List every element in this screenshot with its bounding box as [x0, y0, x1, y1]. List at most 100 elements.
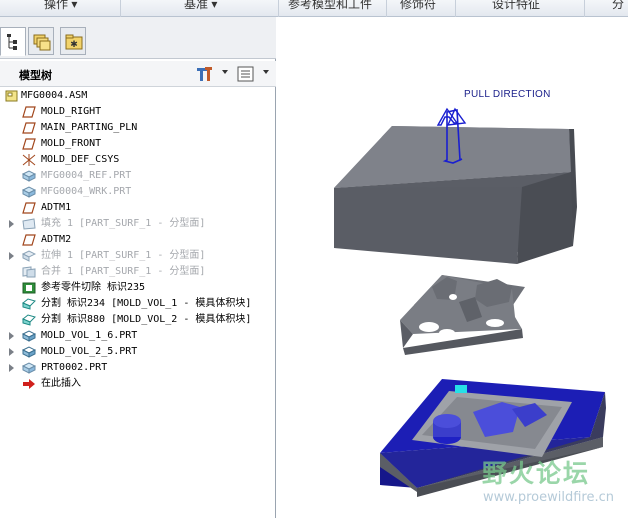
extrude-surface-icon: [21, 250, 37, 262]
assembly-icon: [5, 90, 19, 102]
tree-item[interactable]: 拉伸 1 [PART_SURF_1 - 分型面]: [0, 248, 276, 264]
expand-arrow-icon[interactable]: [9, 252, 14, 260]
ribbon-separator: [120, 0, 121, 17]
ribbon-group-design-features[interactable]: 设计特征: [492, 0, 540, 16]
tree-item-label: 合并 1 [PART_SURF_1 - 分型面]: [41, 266, 206, 277]
tree-item[interactable]: MOLD_FRONT: [0, 136, 276, 152]
tree-item-label: 参考零件切除 标识235: [41, 282, 146, 293]
split-volume-icon: [22, 314, 36, 326]
datum-plane-icon: [22, 202, 36, 214]
ribbon-group-partial[interactable]: 分: [612, 0, 624, 16]
tree-item-label: MFG0004.ASM: [21, 90, 88, 101]
ribbon-group-label: 基准: [184, 0, 209, 11]
tree-item[interactable]: ADTM1: [0, 200, 276, 216]
ribbon-group-label: 分: [612, 0, 625, 11]
svg-text:✱: ✱: [70, 40, 78, 50]
part-icon: [21, 362, 37, 374]
tree-item-label: MOLD_RIGHT: [41, 106, 102, 117]
upper-mold-block[interactable]: [334, 126, 577, 264]
tree-item[interactable]: 合并 1 [PART_SURF_1 - 分型面]: [0, 264, 276, 280]
watermark-logo: 野火论坛: [482, 459, 591, 488]
tree-item[interactable]: MAIN_PARTING_PLN: [0, 120, 276, 136]
pull-direction-label: PULL DIRECTION: [464, 89, 551, 100]
molded-part[interactable]: [400, 275, 525, 355]
tree-item[interactable]: MFG0004_WRK.PRT: [0, 184, 276, 200]
tree-item[interactable]: PRT0002.PRT: [0, 360, 276, 376]
tree-item[interactable]: MOLD_DEF_CSYS: [0, 152, 276, 168]
tree-item-label: 填充 1 [PART_SURF_1 - 分型面]: [41, 218, 206, 229]
tree-item[interactable]: ADTM2: [0, 232, 276, 248]
part-icon: [21, 186, 37, 198]
tree-item-label: 拉伸 1 [PART_SURF_1 - 分型面]: [41, 250, 206, 261]
chevron-down-icon[interactable]: [263, 70, 269, 74]
split-volume-icon: [22, 298, 36, 310]
tree-item[interactable]: MFG0004_REF.PRT: [0, 168, 276, 184]
ribbon-group-reference-model[interactable]: 参考模型和工件: [288, 0, 372, 16]
tree-item-label: PRT0002.PRT: [41, 362, 108, 373]
tree-item-label: MAIN_PARTING_PLN: [41, 122, 138, 133]
tab-folder-browser[interactable]: [28, 27, 54, 55]
show-columns-icon[interactable]: [237, 64, 255, 84]
ribbon-group-datum[interactable]: 基准 ▾: [184, 0, 217, 16]
ref-part-cutout-icon: [22, 282, 36, 294]
tree-item[interactable]: 在此插入: [0, 376, 276, 392]
ribbon-separator: [455, 0, 456, 17]
ribbon-group-modifiers[interactable]: 修饰符: [400, 0, 436, 16]
tree-item-label: 分割 标识234 [MOLD_VOL_1 - 模具体积块]: [41, 298, 252, 309]
tree-item-label: ADTM1: [41, 202, 72, 213]
ribbon-separator: [584, 0, 585, 17]
tree-item[interactable]: 分割 标识880 [MOLD_VOL_2 - 模具体积块]: [0, 312, 276, 328]
tree-item-label: MOLD_VOL_1_6.PRT: [41, 330, 138, 341]
tree-item[interactable]: MOLD_VOL_2_5.PRT: [0, 344, 276, 360]
tree-settings-tools-icon[interactable]: [196, 64, 214, 84]
model-tree-title: 模型树: [19, 70, 52, 82]
ribbon-group-label: 修饰符: [400, 0, 437, 11]
ribbon-toolbar: 操作 ▾ 基准 ▾ 参考模型和工件 修饰符 设计特征 分: [0, 0, 628, 17]
mold-model-view[interactable]: [277, 17, 628, 518]
tree-item-label: MFG0004_REF.PRT: [41, 170, 132, 181]
expand-arrow-icon[interactable]: [9, 332, 14, 340]
ribbon-separator: [386, 0, 387, 17]
favorites-icon: ✱: [65, 34, 83, 50]
ribbon-group-operations[interactable]: 操作 ▾: [44, 0, 77, 16]
chevron-down-icon[interactable]: [222, 70, 228, 74]
tree-item[interactable]: MOLD_RIGHT: [0, 104, 276, 120]
tree-item[interactable]: MOLD_VOL_1_6.PRT: [0, 328, 276, 344]
csys-icon: [22, 154, 36, 166]
tree-item[interactable]: 填充 1 [PART_SURF_1 - 分型面]: [0, 216, 276, 232]
datum-plane-icon: [22, 122, 36, 134]
navigator-panel: ✱ 模型树 MFG0004.ASM MOLD_RIGHT MAIN_PARTING_…: [0, 17, 276, 518]
tree-item-label: ADTM2: [41, 234, 72, 245]
expand-arrow-icon[interactable]: [9, 220, 14, 228]
model-tree-header: 模型树: [0, 61, 276, 87]
ribbon-group-label: 操作: [44, 0, 69, 11]
mold-component-icon: [21, 346, 37, 358]
datum-plane-icon: [22, 234, 36, 246]
tree-item[interactable]: 参考零件切除 标识235: [0, 280, 276, 296]
tree-item-label: MOLD_VOL_2_5.PRT: [41, 346, 138, 357]
expand-arrow-icon[interactable]: [9, 364, 14, 372]
datum-plane-icon: [22, 106, 36, 118]
tree-item-label: MOLD_FRONT: [41, 138, 102, 149]
graphics-window[interactable]: PULL DIRECTION 野火论坛 www.proewildfire.cn: [277, 17, 628, 518]
expand-arrow-icon[interactable]: [9, 348, 14, 356]
watermark-url: www.proewildfire.cn: [483, 490, 614, 505]
tree-item-label: MFG0004_WRK.PRT: [41, 186, 132, 197]
mold-component-icon: [21, 330, 37, 342]
insert-here-arrow-icon: [22, 378, 36, 390]
datum-plane-icon: [22, 138, 36, 150]
tree-item-label: MOLD_DEF_CSYS: [41, 154, 120, 165]
navigator-tabs: ✱: [0, 17, 276, 59]
tree-item[interactable]: 分割 标识234 [MOLD_VOL_1 - 模具体积块]: [0, 296, 276, 312]
tree-item-label: 在此插入: [41, 378, 81, 389]
folder-browser-icon: [33, 34, 51, 51]
merge-surface-icon: [22, 266, 36, 278]
fill-surface-icon: [22, 218, 36, 230]
ribbon-separator: [278, 0, 279, 17]
tab-favorites[interactable]: ✱: [60, 27, 86, 55]
part-icon: [21, 170, 37, 182]
ribbon-group-label: 设计特征: [492, 0, 541, 11]
ribbon-group-label: 参考模型和工件: [288, 0, 373, 11]
tree-item[interactable]: MFG0004.ASM: [0, 88, 276, 104]
tab-model-tree[interactable]: [0, 27, 26, 56]
